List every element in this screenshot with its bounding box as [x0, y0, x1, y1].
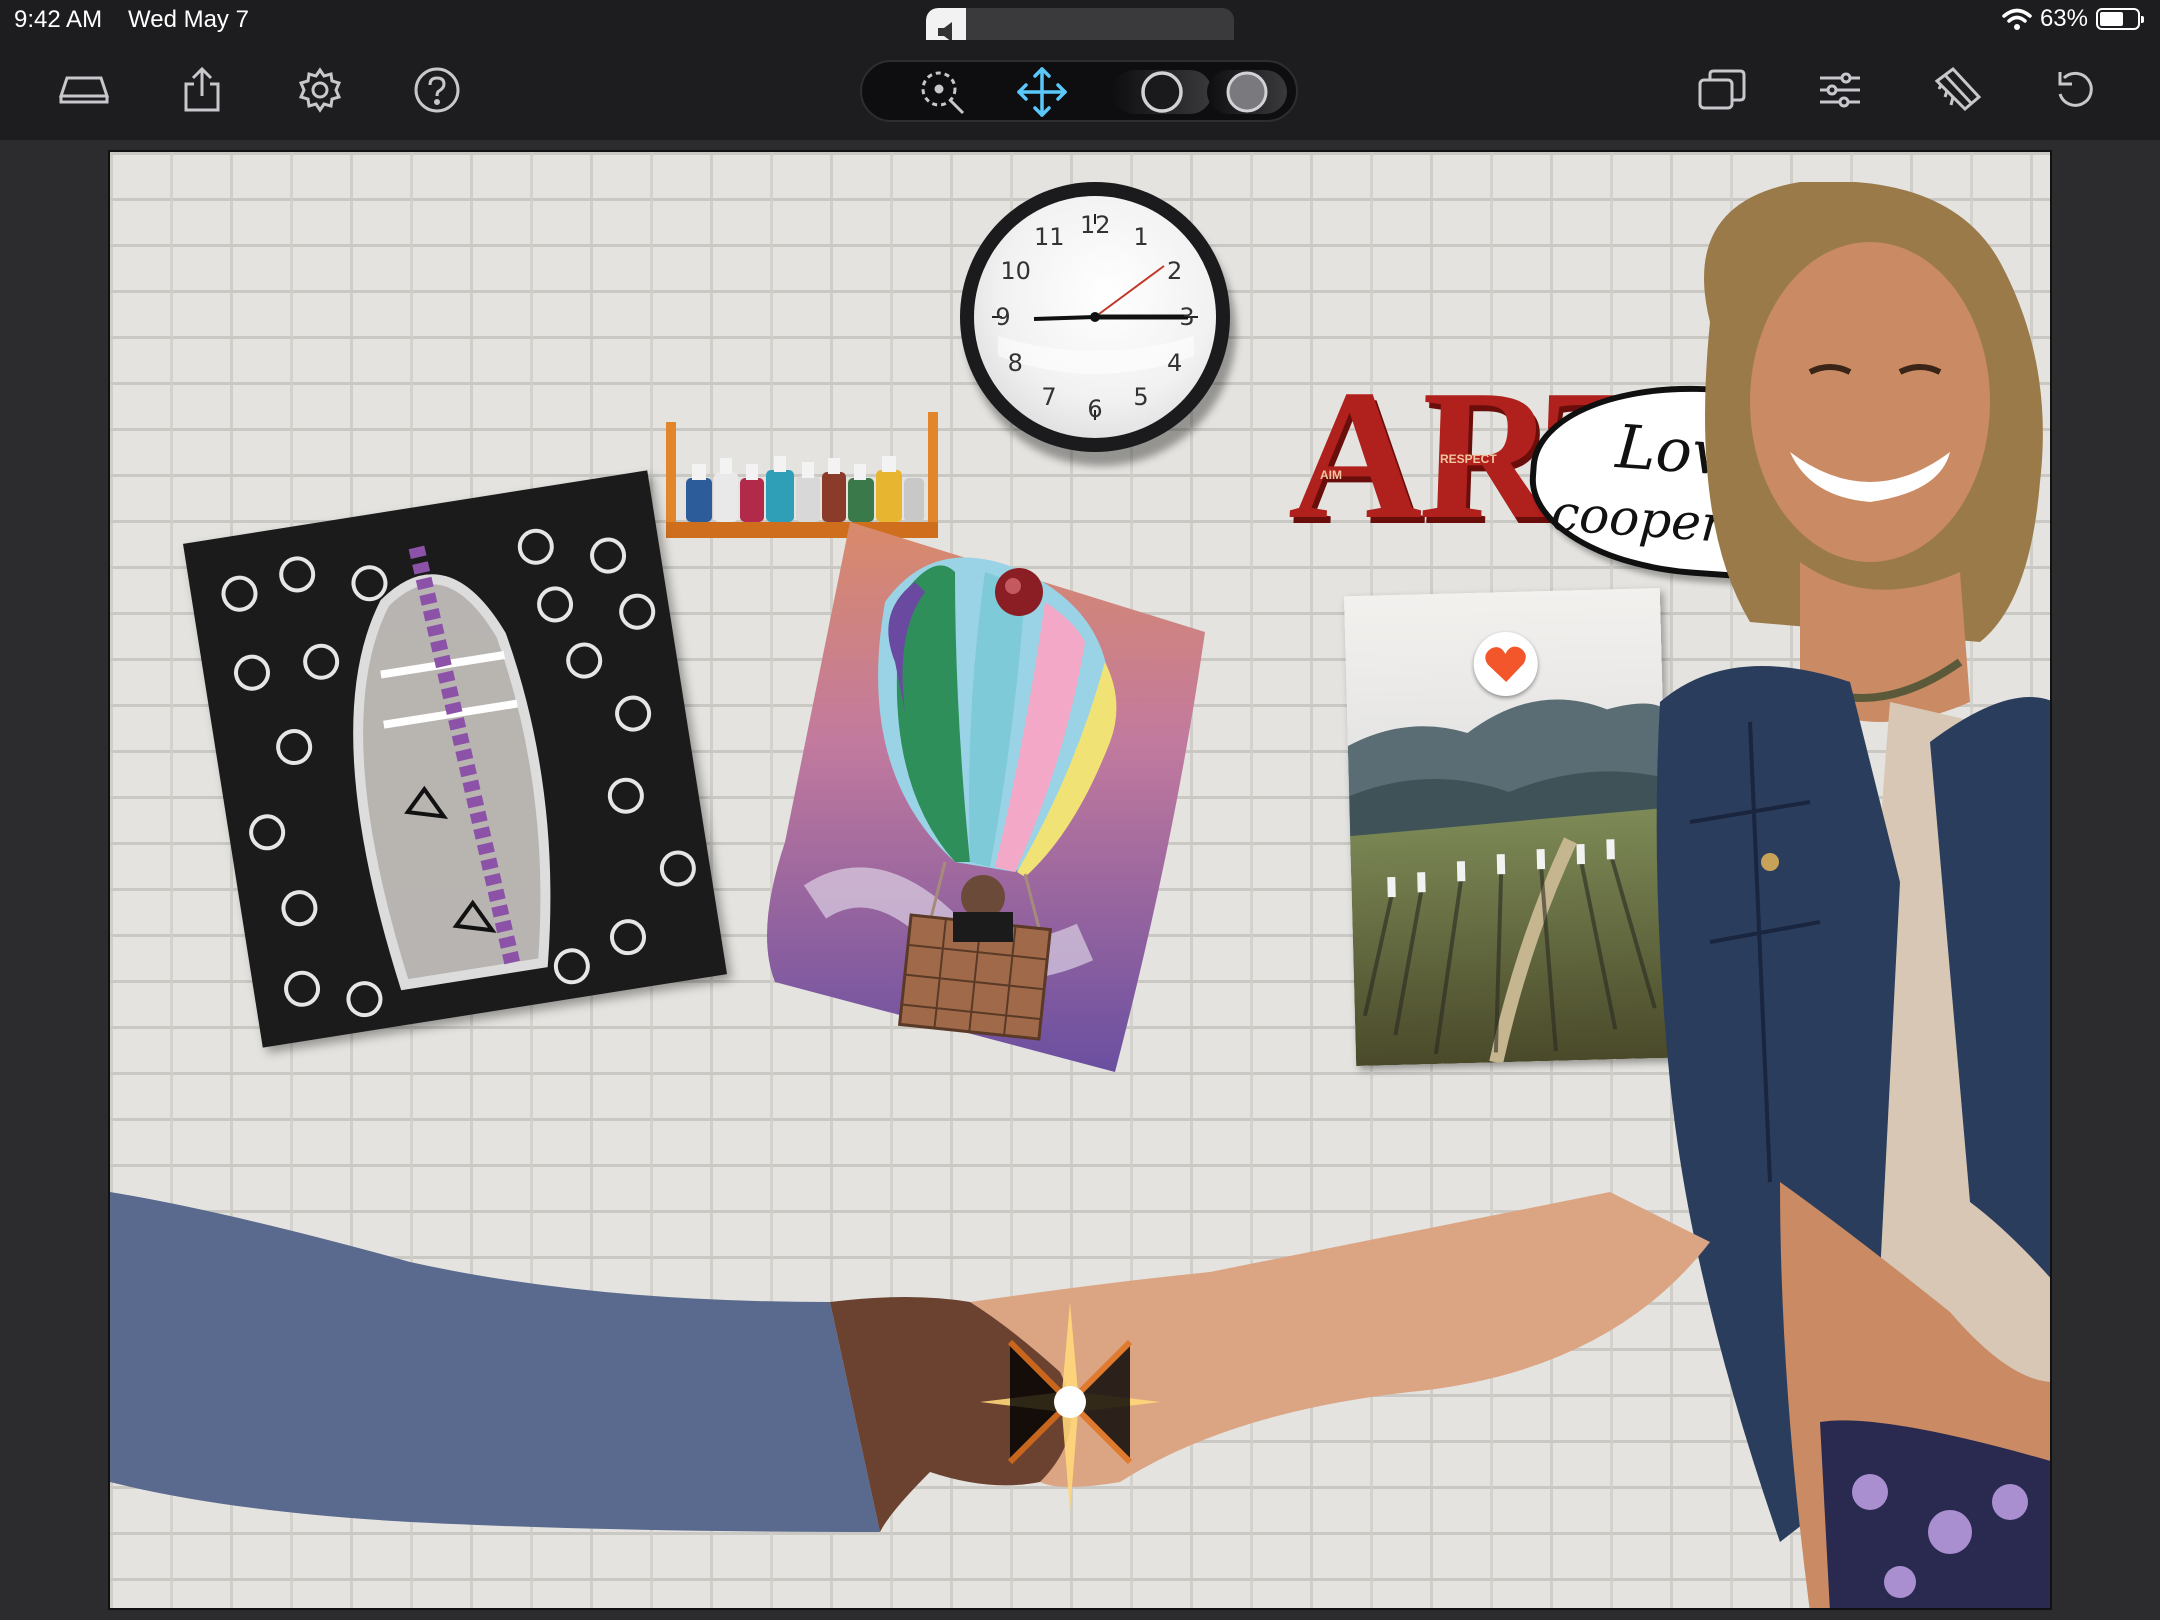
black-paper-artwork[interactable] — [183, 470, 727, 1048]
clock-number: 8 — [1007, 349, 1023, 377]
battery-level — [2100, 12, 2123, 26]
settings-icon — [298, 67, 342, 113]
clock-number: 1 — [1133, 223, 1149, 252]
adjustments-icon — [1820, 72, 1860, 108]
artwork-drawing — [353, 545, 551, 991]
handshake-arms[interactable] — [110, 1152, 1910, 1608]
clock-number: 9 — [995, 303, 1011, 331]
help-icon — [414, 67, 460, 113]
undo-icon — [2058, 71, 2093, 107]
help-button[interactable] — [407, 62, 467, 118]
tool-segment — [860, 60, 1298, 122]
move-icon — [1017, 67, 1067, 117]
status-right: 63% — [2002, 5, 2144, 33]
status-date: Wed May 7 — [128, 6, 249, 33]
share-icon — [184, 66, 220, 112]
drawing-canvas[interactable]: 12 1 2 3 4 5 6 7 8 9 10 11 ART AIM RESPE… — [108, 150, 2052, 1610]
battery-icon — [2096, 8, 2144, 30]
share-button[interactable] — [172, 62, 232, 118]
clock-number: 11 — [1034, 223, 1065, 252]
art-small-word-respect: RESPECT — [1440, 452, 1497, 466]
adjustments-button[interactable] — [1810, 62, 1870, 118]
duplicate-button[interactable] — [1692, 62, 1752, 118]
eraser-icon — [1934, 66, 1982, 112]
clock-number: 6 — [1087, 395, 1103, 423]
layers-button[interactable] — [54, 62, 114, 118]
status-time: 9:42 AM — [14, 6, 103, 33]
settings-button[interactable] — [290, 62, 350, 118]
layers-icon — [58, 76, 110, 104]
balloon-artwork-image — [767, 522, 1205, 1072]
wall-clock[interactable]: 12 1 2 3 4 5 6 7 8 9 10 11 — [960, 182, 1230, 452]
art-small-word-aim: AIM — [1320, 468, 1342, 482]
clock-face: 12 1 2 3 4 5 6 7 8 9 10 11 — [974, 196, 1216, 438]
clock-number: 10 — [1000, 257, 1031, 285]
brush-size-slider[interactable] — [1112, 68, 1212, 116]
handshake-image — [110, 1192, 1710, 1532]
hot-air-balloon-artwork[interactable] — [755, 512, 1210, 1072]
clock-number: 4 — [1167, 349, 1183, 377]
toolbar — [0, 40, 2160, 140]
undo-button[interactable] — [2044, 62, 2104, 118]
heart-sticker[interactable] — [1472, 631, 1539, 697]
duplicate-icon — [1698, 69, 1746, 110]
brush-size-icon — [1141, 71, 1183, 113]
mountain-group-photo[interactable] — [1343, 587, 1673, 1067]
heart-icon — [1485, 646, 1526, 682]
zoom-select-icon — [921, 71, 965, 115]
brush-opacity-slider[interactable] — [1207, 68, 1287, 116]
clock-number: 2 — [1167, 257, 1183, 285]
eraser-button[interactable] — [1927, 62, 1987, 118]
clock-number: 3 — [1179, 303, 1195, 331]
clock-number: 7 — [1041, 382, 1057, 411]
brush-opacity-icon — [1226, 71, 1268, 113]
move-button[interactable] — [1012, 67, 1072, 117]
battery-percent: 63% — [2039, 5, 2088, 32]
clock-number: 5 — [1133, 382, 1149, 411]
zoom-select-button[interactable] — [912, 68, 972, 116]
clock-number: 12 — [1080, 211, 1111, 239]
wifi-icon — [2002, 8, 2032, 30]
